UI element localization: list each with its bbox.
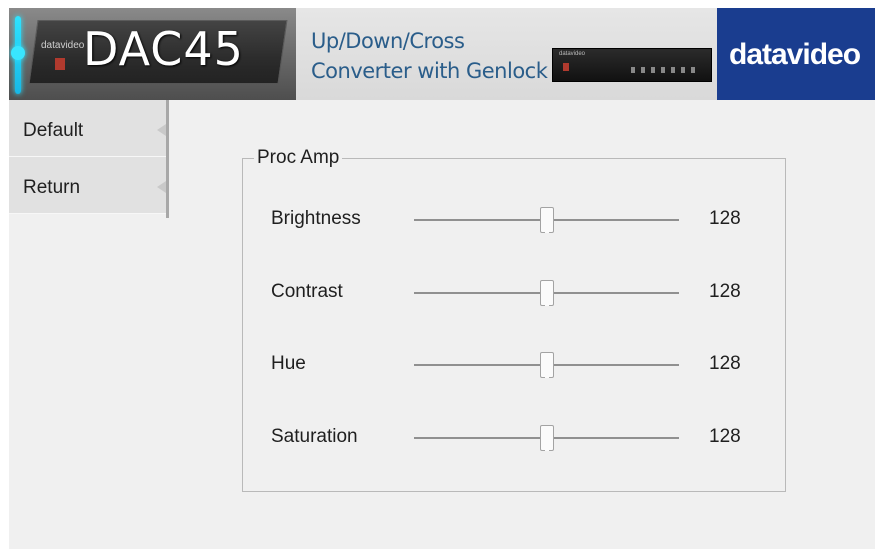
brand-logo: datavideo — [729, 38, 861, 71]
brand-logo-panel: datavideo — [717, 8, 875, 100]
brightness-value: 128 — [709, 208, 741, 229]
proc-amp-title: Proc Amp — [254, 147, 343, 169]
device-thumbnail-brand: datavideo — [559, 51, 586, 57]
contrast-row: Contrast 128 — [9, 271, 875, 311]
saturation-slider-thumb[interactable] — [539, 425, 554, 451]
sidebar-item-label: Return — [23, 177, 81, 198]
contrast-label: Contrast — [271, 281, 343, 302]
sidebar-item-default[interactable]: Default — [9, 100, 169, 157]
banner-product-panel: datavideo DAC45 — [9, 8, 296, 100]
hue-label: Hue — [271, 353, 306, 374]
description-line-2: Converter with Genlock — [311, 59, 548, 83]
contrast-value: 128 — [709, 281, 741, 302]
hue-slider-thumb[interactable] — [539, 352, 554, 378]
device-power-indicator — [55, 58, 65, 70]
description-line-1: Up/Down/Cross — [311, 29, 465, 53]
banner-description-panel: Up/Down/Cross Converter with Genlock dat… — [296, 8, 717, 100]
hue-row: Hue 128 — [9, 343, 875, 383]
sidebar-notch-icon — [157, 181, 166, 193]
saturation-value: 128 — [709, 426, 741, 447]
brightness-slider-thumb[interactable] — [539, 207, 554, 233]
product-description: Up/Down/Cross Converter with Genlock — [311, 26, 548, 86]
accent-knob — [11, 46, 25, 60]
sidebar-item-label: Default — [23, 120, 84, 141]
app-window: datavideo DAC45 Up/Down/Cross Converter … — [9, 8, 875, 549]
header-banner: datavideo DAC45 Up/Down/Cross Converter … — [9, 8, 875, 100]
device-thumbnail-buttons — [631, 67, 701, 73]
sidebar: Default Return — [9, 100, 169, 214]
saturation-label: Saturation — [271, 426, 358, 447]
product-name: DAC45 — [83, 22, 244, 76]
hue-value: 128 — [709, 353, 741, 374]
brightness-row: Brightness 128 — [9, 198, 875, 238]
device-thumbnail-led — [563, 63, 569, 71]
brightness-label: Brightness — [271, 208, 361, 229]
device-brand-text: datavideo — [41, 40, 85, 51]
saturation-row: Saturation 128 — [9, 416, 875, 456]
device-thumbnail: datavideo — [552, 48, 712, 82]
contrast-slider-thumb[interactable] — [539, 280, 554, 306]
sidebar-notch-icon — [157, 124, 166, 136]
